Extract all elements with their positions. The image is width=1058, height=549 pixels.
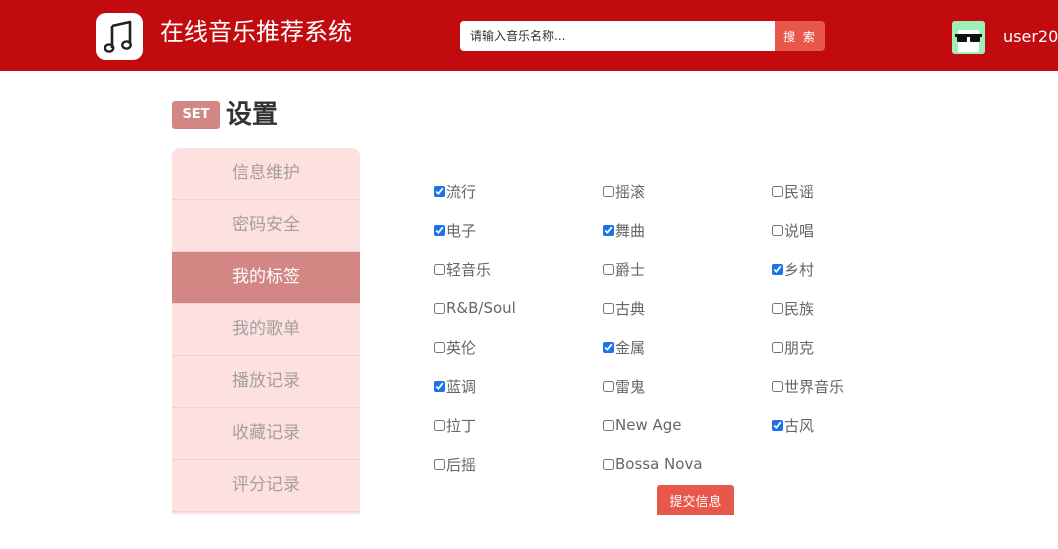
sidebar-item-favorites[interactable]: 收藏记录 (172, 408, 360, 460)
tag-option[interactable]: 摇滚 (603, 181, 645, 201)
tag-option[interactable]: 民族 (772, 298, 814, 318)
sidebar-item-play-history[interactable]: 播放记录 (172, 356, 360, 408)
tag-option[interactable]: 拉丁 (434, 415, 476, 435)
tag-label: 轻音乐 (446, 260, 492, 279)
site-title[interactable]: 在线音乐推荐系统 (160, 16, 352, 48)
tag-option[interactable]: 雷鬼 (603, 376, 645, 396)
tag-label: 民族 (784, 299, 815, 318)
tag-checkbox[interactable] (434, 380, 445, 392)
tag-label: Bossa Nova (615, 455, 703, 473)
tag-checkbox[interactable] (603, 185, 614, 197)
tag-label: 雷鬼 (615, 377, 646, 396)
tag-checkbox[interactable] (434, 224, 445, 236)
tag-checkbox[interactable] (603, 263, 614, 275)
tag-option[interactable]: 世界音乐 (772, 376, 844, 396)
tag-option[interactable]: 爵士 (603, 259, 645, 279)
tag-label: 流行 (446, 182, 477, 201)
tag-option[interactable]: 金属 (603, 337, 645, 357)
tag-label: 民谣 (784, 182, 815, 201)
tag-checkbox[interactable] (772, 224, 783, 236)
search-button[interactable]: 搜 索 (775, 21, 825, 51)
tag-label: 拉丁 (446, 416, 477, 435)
tag-label: 电子 (446, 221, 477, 240)
tag-checkbox[interactable] (772, 341, 783, 353)
sidebar-item-password[interactable]: 密码安全 (172, 200, 360, 252)
tag-label: 舞曲 (615, 221, 646, 240)
settings-sidebar: 信息维护 密码安全 我的标签 我的歌单 播放记录 收藏记录 评分记录 (172, 148, 360, 514)
search-input[interactable] (460, 21, 776, 51)
avatar[interactable] (952, 21, 985, 54)
tag-option[interactable]: 说唱 (772, 220, 814, 240)
sunglasses-avatar-icon (952, 21, 985, 54)
submit-button[interactable]: 提交信息 (657, 485, 734, 515)
tag-label: 古风 (784, 416, 815, 435)
tag-checkbox[interactable] (434, 341, 445, 353)
tag-checkbox[interactable] (772, 380, 783, 392)
set-badge: SET (172, 101, 220, 129)
tag-checkbox[interactable] (434, 263, 445, 275)
tag-checkbox[interactable] (603, 302, 614, 314)
tag-label: 爵士 (615, 260, 646, 279)
tag-checkbox[interactable] (772, 302, 783, 314)
tag-option[interactable]: 朋克 (772, 337, 814, 357)
username[interactable]: user20 (1003, 26, 1058, 48)
tag-label: 后摇 (446, 455, 477, 474)
tag-label: 蓝调 (446, 377, 477, 396)
tag-option[interactable]: 流行 (434, 181, 476, 201)
tag-option[interactable]: 古典 (603, 298, 645, 318)
tag-checkbox[interactable] (603, 458, 614, 470)
page-title: 设置 (226, 100, 279, 130)
tag-checkbox[interactable] (772, 263, 783, 275)
tag-checkbox[interactable] (434, 419, 445, 431)
tag-label: 英伦 (446, 338, 477, 357)
tag-checkbox[interactable] (603, 380, 614, 392)
tag-label: New Age (615, 416, 682, 434)
sidebar-item-my-playlists[interactable]: 我的歌单 (172, 304, 360, 356)
tag-checkbox[interactable] (434, 458, 445, 470)
tag-label: 世界音乐 (784, 377, 845, 396)
tag-label: 金属 (615, 338, 646, 357)
tag-checkbox[interactable] (434, 185, 445, 197)
music-note-logo-icon[interactable] (96, 13, 143, 60)
tag-label: R&B/Soul (446, 299, 516, 317)
tag-checkbox[interactable] (603, 341, 614, 353)
tag-option[interactable]: 电子 (434, 220, 476, 240)
tag-checkbox[interactable] (603, 224, 614, 236)
tag-option[interactable]: Bossa Nova (603, 454, 703, 474)
tag-option[interactable]: New Age (603, 415, 682, 435)
sidebar-item-my-tags[interactable]: 我的标签 (172, 252, 360, 304)
sidebar-item-ratings[interactable]: 评分记录 (172, 460, 360, 512)
tag-label: 摇滚 (615, 182, 646, 201)
tag-label: 乡村 (784, 260, 815, 279)
tag-option[interactable]: R&B/Soul (434, 298, 516, 318)
tag-option[interactable]: 舞曲 (603, 220, 645, 240)
tag-checkbox[interactable] (772, 419, 783, 431)
tag-option[interactable]: 乡村 (772, 259, 814, 279)
tag-checkbox[interactable] (772, 185, 783, 197)
tag-label: 朋克 (784, 338, 815, 357)
tag-label: 说唱 (784, 221, 815, 240)
tag-checkbox[interactable] (434, 302, 445, 314)
tag-option[interactable]: 英伦 (434, 337, 476, 357)
tag-option[interactable]: 蓝调 (434, 376, 476, 396)
sidebar-item-info[interactable]: 信息维护 (172, 148, 360, 200)
tag-option[interactable]: 民谣 (772, 181, 814, 201)
tag-option[interactable]: 后摇 (434, 454, 476, 474)
tag-label: 古典 (615, 299, 646, 318)
tag-option[interactable]: 轻音乐 (434, 259, 491, 279)
top-header: 在线音乐推荐系统 搜 索 user20 (0, 0, 1058, 71)
tag-option[interactable]: 古风 (772, 415, 814, 435)
tag-checkbox[interactable] (603, 419, 614, 431)
